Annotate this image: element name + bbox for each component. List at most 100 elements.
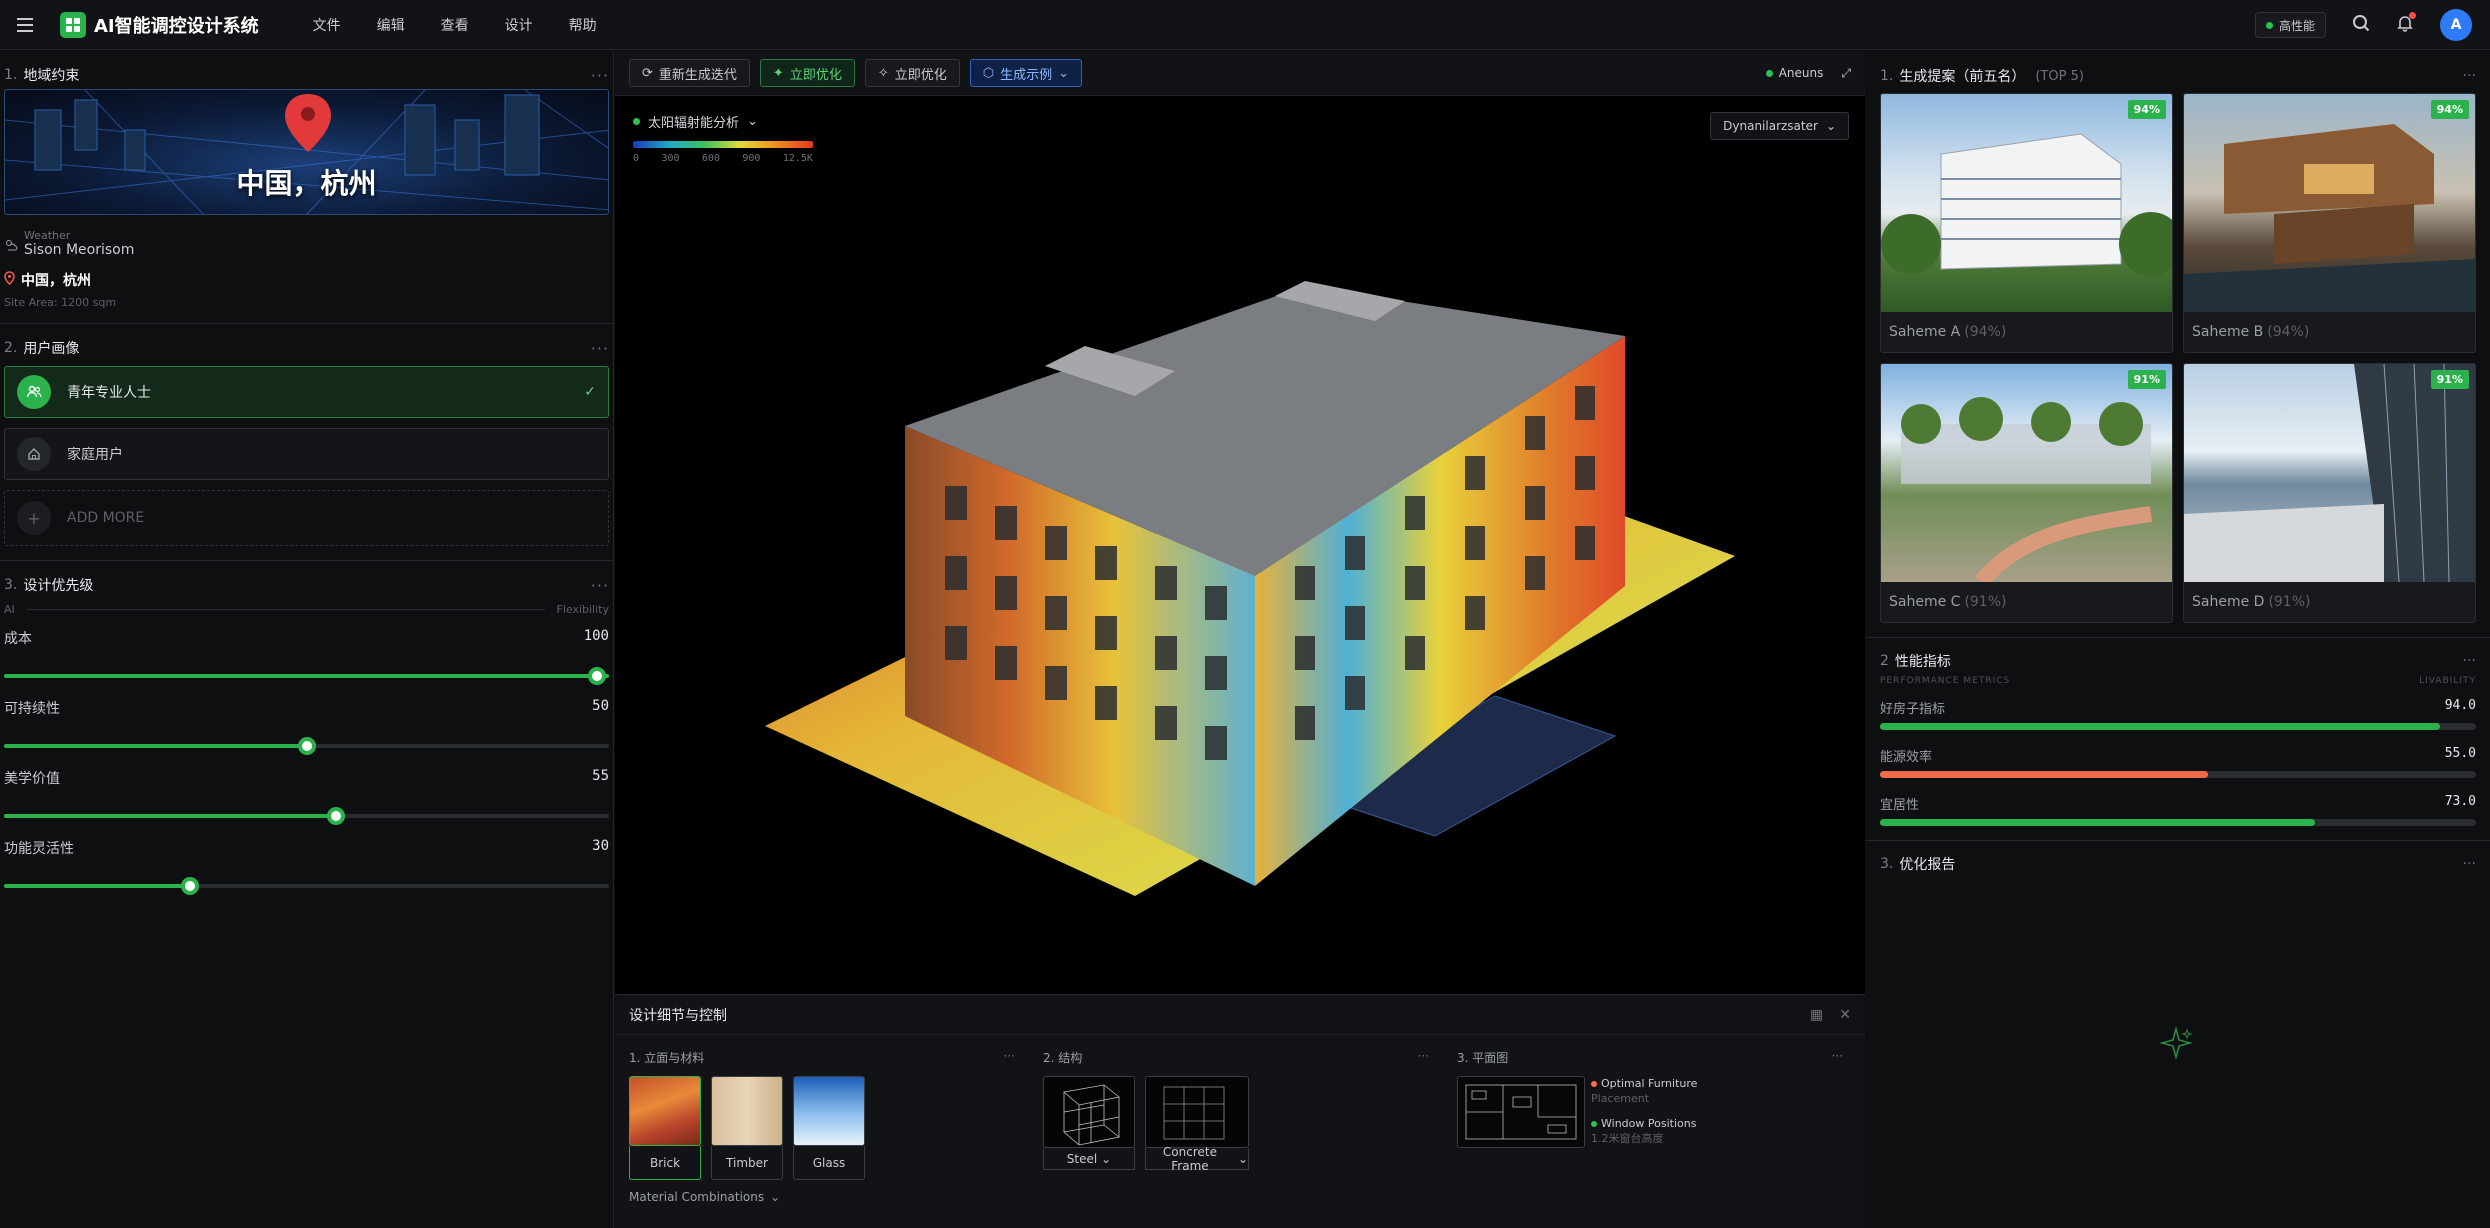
scheme-card-b[interactable]: 94% Saheme B (94%) (2183, 93, 2476, 353)
priority-slider[interactable]: 可持续性 50 (4, 698, 609, 755)
slider-track[interactable] (4, 877, 609, 895)
app-logo-icon (60, 11, 86, 38)
metric-label: 宜居性 (1880, 798, 1920, 813)
scheme-score: (94%) (1964, 324, 2007, 340)
more-icon[interactable]: ··· (2463, 856, 2476, 872)
priority-section-header: 3. 设计优先级 ··· (0, 571, 613, 599)
performance-badge[interactable]: 高性能 (2254, 12, 2326, 38)
section-title: 设计优先级 (23, 578, 94, 594)
section-title: 地域约束 (23, 68, 80, 84)
persona-label: 家庭用户 (67, 447, 123, 463)
metric-bar (1880, 771, 2476, 778)
section-number: 2 (1880, 653, 1889, 669)
material-combinations-dropdown[interactable]: Material Combinations ⌄ (629, 1190, 1015, 1204)
regenerate-button[interactable]: ⟳ 重新生成迭代 (629, 59, 750, 87)
slider-handle[interactable] (326, 807, 345, 825)
more-icon[interactable]: ··· (1004, 1049, 1015, 1066)
generate-sample-button[interactable]: ⬡ 生成示例 ⌄ (969, 59, 1083, 87)
menu-help[interactable]: 帮助 (551, 15, 615, 35)
scheme-card-c[interactable]: 91% Saheme C (91%) (1880, 363, 2173, 623)
floor-plan-image[interactable] (1457, 1076, 1585, 1148)
details-title: 设计细节与控制 (629, 1007, 727, 1024)
metric-value: 55.0 (2444, 746, 2476, 761)
plan-notes: Optimal Furniture Placement Window Posit… (1591, 1076, 1697, 1148)
plan-note: Optimal Furniture (1601, 1077, 1698, 1090)
design-details-panel: 设计细节与控制 ▦ ✕ 1. 立面与材料 ··· Brick Timber Gl… (615, 994, 1865, 1228)
menu-bar: 文件 编辑 查看 设计 帮助 (295, 15, 615, 35)
sparkle-placeholder-icon (2158, 1025, 2194, 1065)
generate-sample-label: 生成示例 (1000, 67, 1053, 83)
site-map[interactable]: 中国，杭州 (4, 89, 609, 215)
slider-handle[interactable] (297, 737, 316, 755)
more-icon[interactable]: ··· (2463, 653, 2476, 669)
slider-track[interactable] (4, 807, 609, 825)
slider-handle[interactable] (181, 877, 200, 895)
slider-label: 美学价值 (4, 771, 60, 787)
slider-track[interactable] (4, 667, 609, 685)
material-glass[interactable]: Glass (793, 1076, 865, 1180)
map-location-label: 中国，杭州 (236, 167, 377, 200)
material-brick[interactable]: Brick (629, 1076, 701, 1180)
weather-info: Weather Sison Meorisom (4, 229, 609, 258)
menu-design[interactable]: 设计 (487, 15, 551, 35)
metric-row: 宜居性 73.0 (1866, 794, 2490, 826)
plan-title: 3. 平面图 (1457, 1051, 1509, 1065)
persona-label: 青年专业人士 (67, 385, 151, 401)
more-icon[interactable]: ··· (591, 66, 609, 85)
more-icon[interactable]: ··· (1832, 1049, 1843, 1066)
structure-steel[interactable]: Steel ⌄ (1043, 1076, 1135, 1170)
regenerate-label: 重新生成迭代 (658, 67, 737, 83)
persona-young-professional[interactable]: 青年专业人士 ✓ (4, 366, 609, 418)
persona-family[interactable]: 家庭用户 (4, 428, 609, 480)
score-badge: 91% (2430, 370, 2469, 389)
scheme-card-a[interactable]: 94% Saheme A (94%) (1880, 93, 2173, 353)
slider-value: 50 (592, 698, 609, 714)
grid-icon[interactable]: ▦ (1810, 1007, 1823, 1023)
scheme-card-d[interactable]: 91% Saheme D (91%) (2183, 363, 2476, 623)
slider-track[interactable] (4, 737, 609, 755)
slider-fill (4, 884, 186, 888)
3d-viewport[interactable]: 太阳辐射能分析 ⌄ 0 300 600 900 12.5K Dynanilarz… (615, 96, 1865, 993)
scheme-name: Saheme D (2192, 594, 2265, 610)
bell-icon[interactable] (2396, 12, 2416, 36)
menu-edit[interactable]: 编辑 (359, 15, 423, 35)
add-persona-button[interactable]: + ADD MORE (4, 490, 609, 546)
render-mode-dropdown[interactable]: Dynanilarzsater ⌄ (1710, 112, 1849, 140)
plan-note: Window Positions (1601, 1117, 1697, 1130)
priority-slider[interactable]: 成本 100 (4, 628, 609, 685)
hamburger-menu-icon[interactable] (0, 0, 50, 50)
structure-title: 2. 结构 (1043, 1051, 1083, 1065)
avatar[interactable]: A (2440, 9, 2472, 41)
search-icon[interactable] (2352, 14, 2370, 36)
menu-file[interactable]: 文件 (295, 15, 359, 35)
expand-icon[interactable]: ⤢ (1841, 66, 1851, 81)
site-section-header: 1. 地域约束 ··· (0, 61, 613, 89)
slider-handle[interactable] (587, 667, 606, 685)
priority-slider[interactable]: 功能灵活性 30 (4, 838, 609, 895)
more-icon[interactable]: ··· (591, 339, 609, 358)
metrics-subheader: PERFORMANCE METRICS LIVABILITY (1866, 676, 2490, 686)
more-icon[interactable]: ··· (591, 576, 609, 595)
menu-view[interactable]: 查看 (423, 15, 487, 35)
metric-row: 好房子指标 94.0 (1866, 698, 2490, 730)
scale-right-label: Flexibility (556, 603, 610, 616)
priority-slider[interactable]: 美学价值 55 (4, 768, 609, 825)
scheme-b-image: 94% (2184, 94, 2475, 312)
chevron-down-icon: ⌄ (1058, 65, 1070, 81)
close-icon[interactable]: ✕ (1839, 1007, 1851, 1023)
more-icon[interactable]: ··· (2463, 68, 2476, 84)
material-timber[interactable]: Timber (711, 1076, 783, 1180)
metric-row: 能源效率 55.0 (1866, 746, 2490, 778)
metric-bar (1880, 819, 2476, 826)
steel-frame-image (1043, 1076, 1135, 1148)
optimize-now-primary-button[interactable]: ✦ 立即优化 (759, 59, 855, 87)
app-title: AI智能调控设计系统 (94, 15, 259, 37)
solar-analysis-legend[interactable]: 太阳辐射能分析 ⌄ 0 300 600 900 12.5K (633, 112, 813, 164)
slider-fill (4, 744, 307, 748)
structure-concrete-frame[interactable]: Concrete Frame ⌄ (1145, 1076, 1249, 1173)
material-combinations-label: Material Combinations (629, 1190, 765, 1204)
scheme-grid: 94% Saheme A (94%) 94% Saheme B (94%) 91% … (1866, 93, 2490, 623)
status-dot-icon (2265, 21, 2273, 29)
more-icon[interactable]: ··· (1418, 1049, 1429, 1066)
optimize-now-button[interactable]: ✧ 立即优化 (864, 59, 960, 87)
